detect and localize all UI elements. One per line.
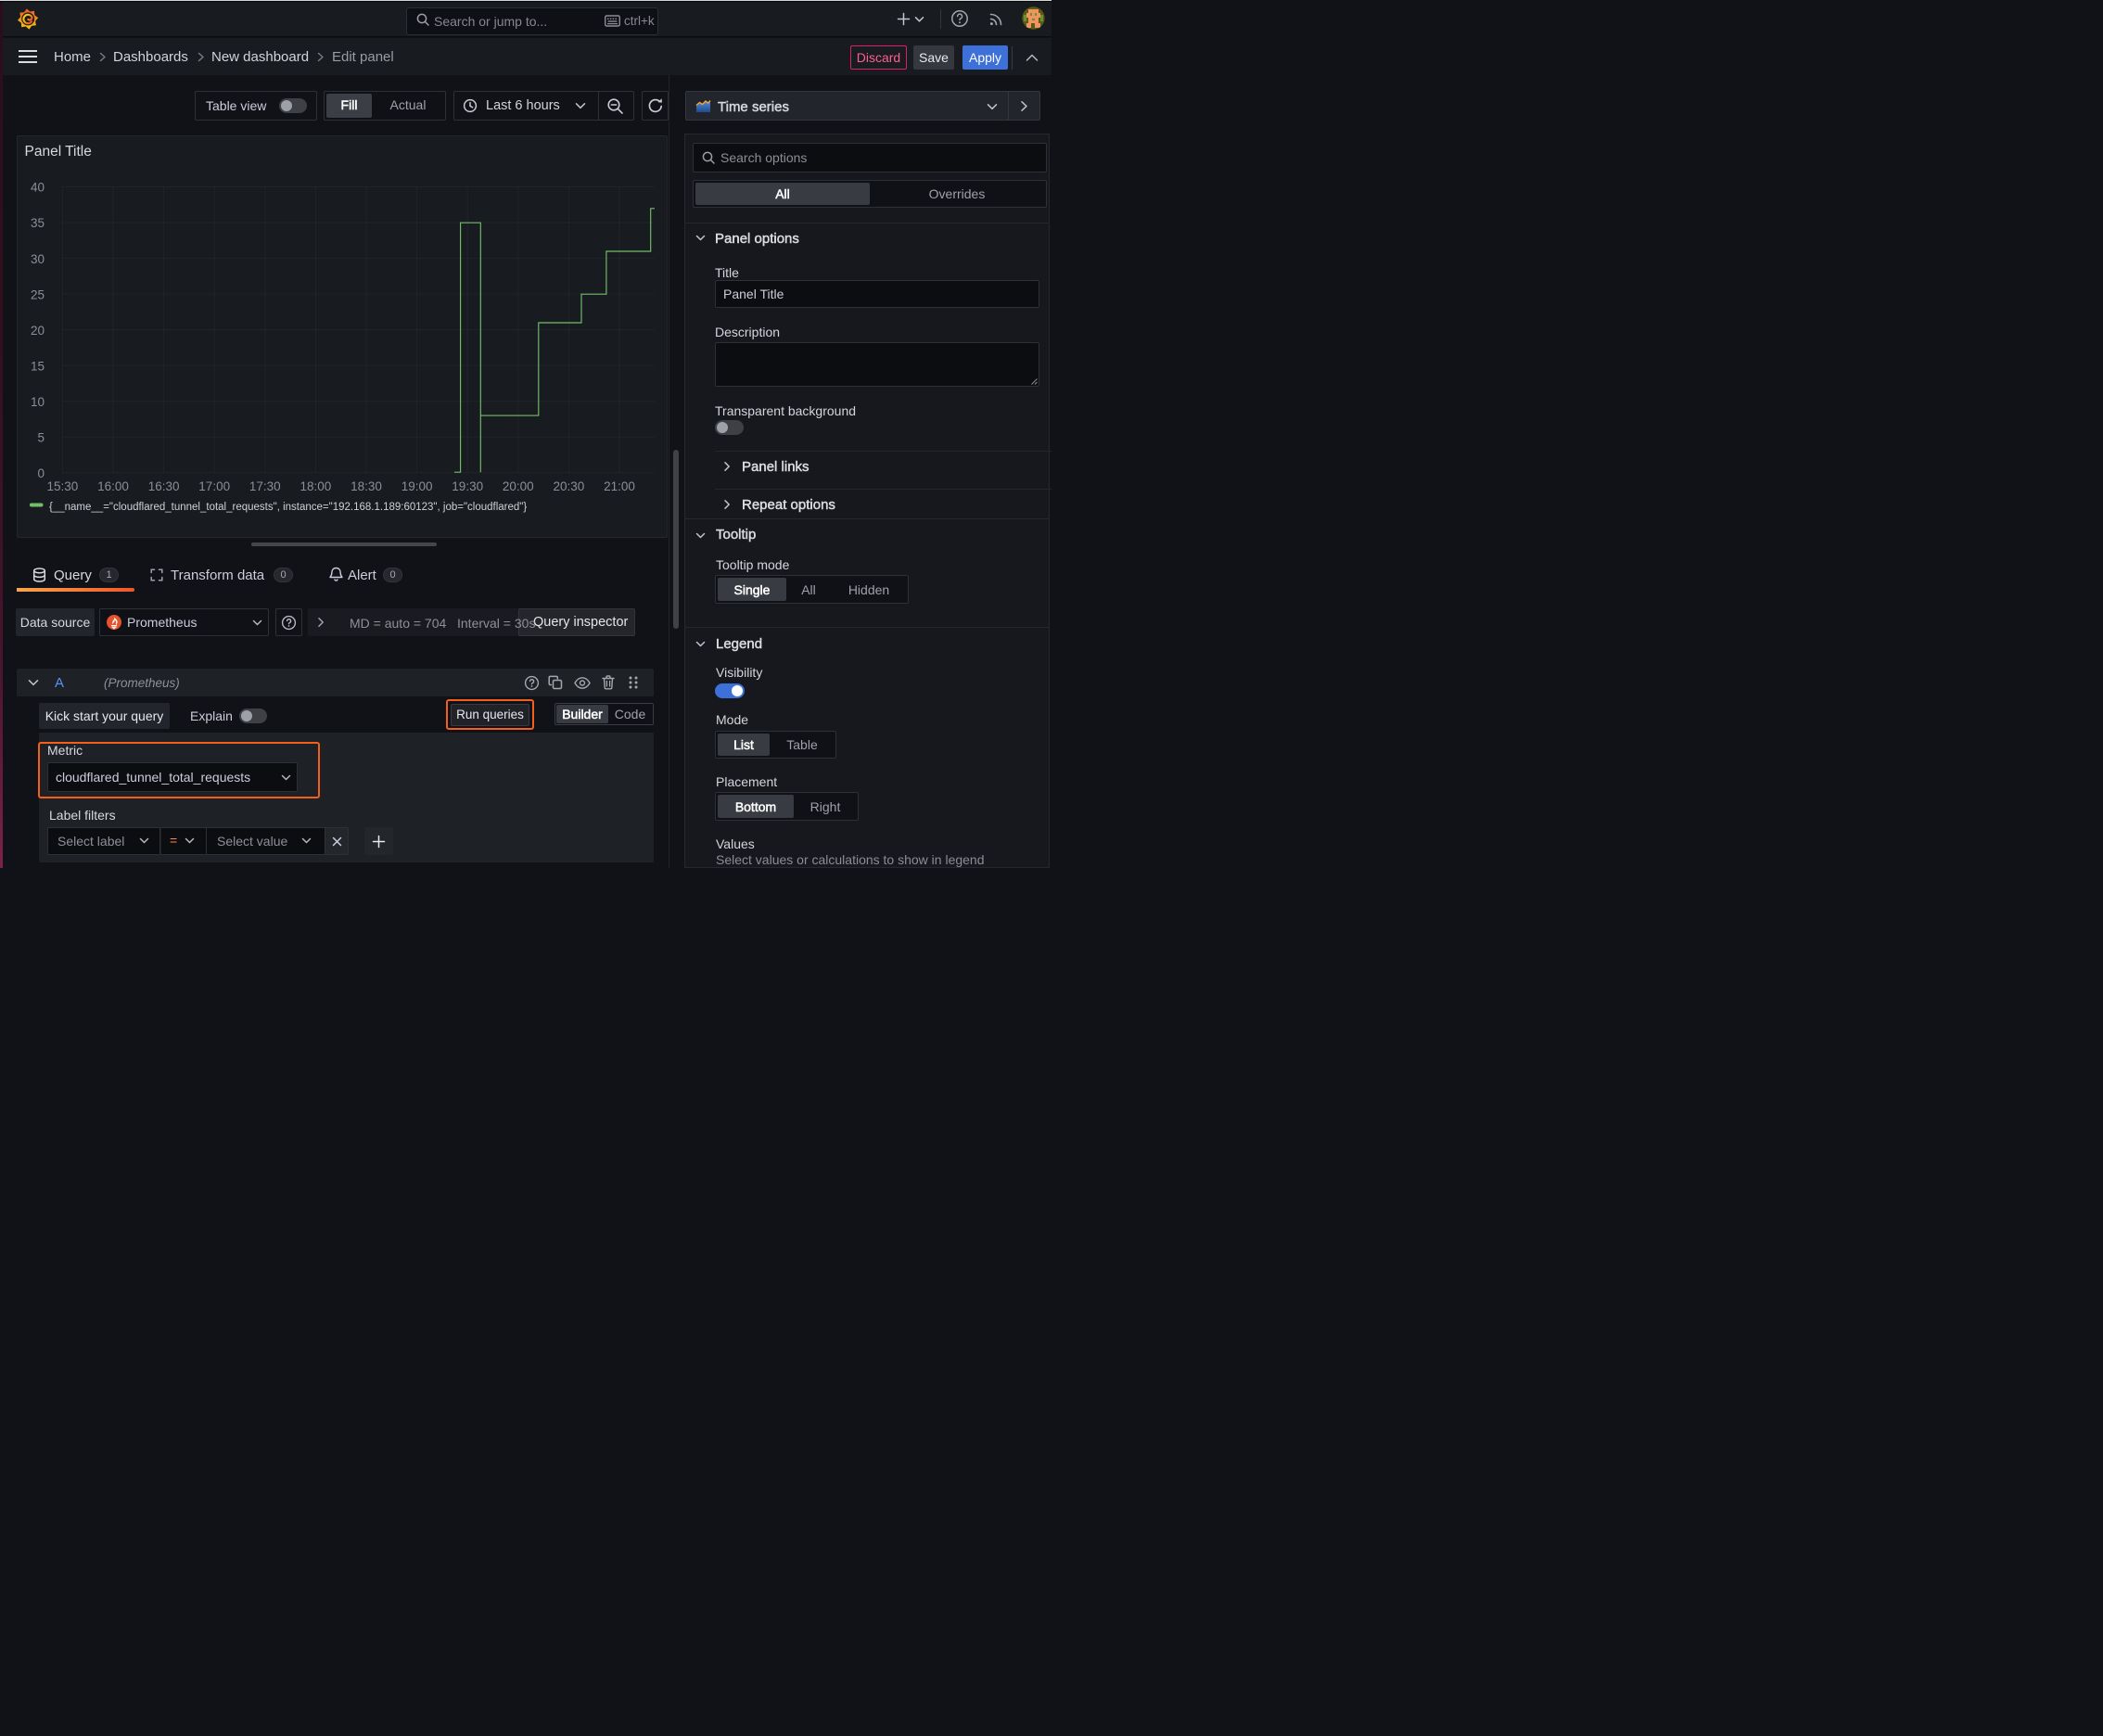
svg-text:35: 35 (31, 216, 45, 230)
svg-text:16:00: 16:00 (97, 479, 129, 493)
svg-text:0: 0 (37, 466, 45, 480)
svg-text:10: 10 (31, 395, 45, 409)
svg-text:20:30: 20:30 (554, 479, 585, 493)
svg-text:17:30: 17:30 (249, 479, 281, 493)
svg-text:17:00: 17:00 (198, 479, 230, 493)
svg-text:15: 15 (31, 359, 45, 373)
svg-text:{__name__="cloudflared_tunnel_: {__name__="cloudflared_tunnel_total_requ… (49, 502, 527, 513)
svg-text:25: 25 (31, 287, 45, 301)
svg-text:16:30: 16:30 (148, 479, 180, 493)
svg-text:20: 20 (31, 324, 45, 338)
svg-text:20:00: 20:00 (503, 479, 534, 493)
svg-text:15:30: 15:30 (47, 479, 79, 493)
svg-text:30: 30 (31, 252, 45, 266)
svg-text:18:30: 18:30 (350, 479, 382, 493)
svg-text:19:00: 19:00 (401, 479, 433, 493)
svg-text:5: 5 (37, 430, 45, 444)
svg-text:19:30: 19:30 (452, 479, 483, 493)
svg-text:40: 40 (31, 181, 45, 195)
svg-text:18:00: 18:00 (300, 479, 332, 493)
svg-text:21:00: 21:00 (604, 479, 635, 493)
